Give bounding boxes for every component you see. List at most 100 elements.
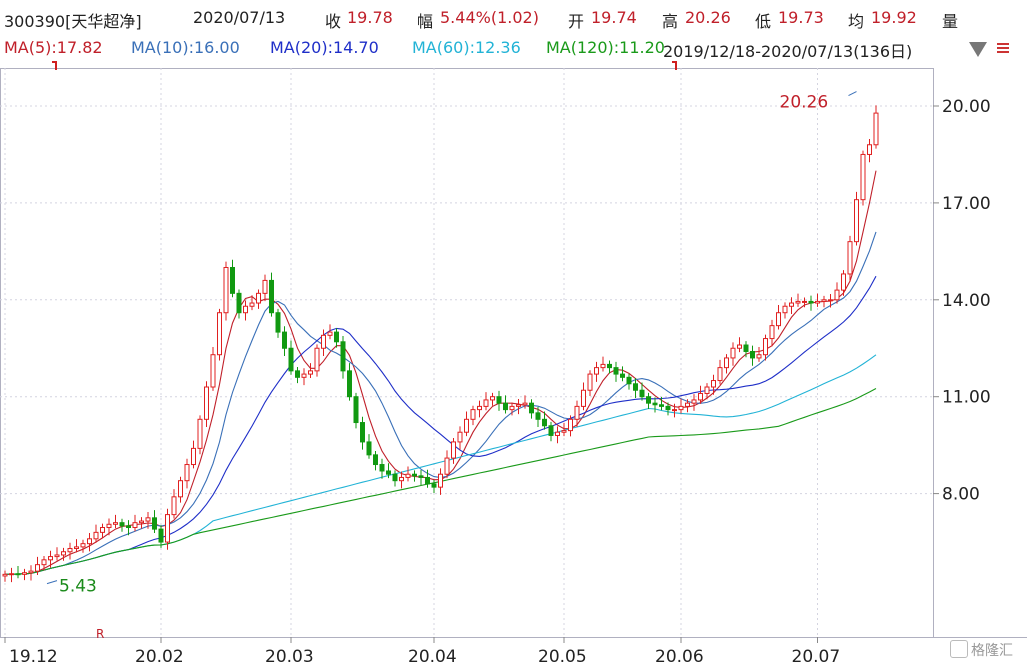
candle-body	[561, 430, 567, 433]
candle-body	[327, 331, 333, 336]
candle-body	[769, 325, 775, 340]
candle-body	[574, 405, 580, 420]
x-tick-label: 20.06	[655, 647, 704, 667]
candle-body	[776, 312, 781, 327]
candle-body	[542, 418, 547, 427]
candle-body	[41, 559, 47, 566]
candle-body	[171, 496, 177, 516]
candle-body	[834, 289, 840, 301]
candle-body	[262, 279, 268, 294]
candle-body	[613, 367, 619, 375]
candle-body	[789, 302, 794, 307]
candle-body	[405, 473, 411, 478]
ma-line-60	[4, 354, 877, 575]
candle-body	[737, 344, 742, 349]
candle-body	[243, 305, 248, 314]
candle-body	[652, 402, 658, 406]
candle-body	[373, 454, 378, 466]
candle-body	[782, 305, 788, 314]
candle-body	[451, 441, 456, 459]
candle-body	[672, 409, 677, 412]
watermark: 格隆汇	[950, 640, 1013, 660]
candle-body	[763, 338, 768, 356]
candle-body	[496, 396, 502, 404]
candle-body	[594, 367, 599, 375]
candle-body	[334, 331, 339, 343]
candle-body	[470, 409, 476, 420]
candle-body	[691, 399, 697, 404]
candle-body	[269, 279, 274, 314]
candle-body	[873, 112, 879, 146]
candle-body	[184, 464, 190, 482]
low-marker-arrow	[46, 580, 58, 585]
candle-body	[568, 418, 573, 432]
candle-body	[74, 546, 79, 550]
candle-body	[321, 334, 326, 349]
candle-body	[490, 396, 495, 401]
candle-body	[659, 404, 664, 407]
candle-body	[815, 300, 820, 304]
x-tick-label: 19.12	[9, 647, 58, 667]
x-tick-label: 20.07	[792, 647, 841, 667]
candle-body	[698, 392, 703, 401]
candle-body	[756, 354, 762, 359]
candle-body	[711, 380, 716, 388]
candle-body	[35, 564, 40, 572]
candle-body	[795, 300, 801, 304]
candle-body	[717, 367, 723, 382]
candle-body	[113, 522, 118, 525]
candle-body	[685, 402, 690, 407]
y-tick-label: 11.00	[942, 388, 991, 408]
candle-body	[386, 470, 391, 475]
candle-body	[347, 370, 352, 398]
candle-body	[847, 241, 853, 275]
candle-body	[535, 412, 541, 420]
candle-body	[509, 405, 515, 411]
candle-body	[548, 425, 554, 436]
candlestick-chart[interactable]: 20.00 17.00 14.00 11.00 8.00 19.12 20.02 20.03 2…	[0, 0, 1027, 667]
candle-body	[620, 373, 625, 378]
high-price-label: 20.26	[780, 93, 829, 113]
candle-body	[217, 312, 222, 356]
y-tick-label: 17.00	[942, 194, 991, 214]
candle-body	[802, 300, 807, 303]
candle-body	[639, 389, 645, 398]
candle-body	[743, 344, 749, 352]
candle-body	[9, 573, 14, 576]
y-tick-label: 14.00	[942, 291, 991, 311]
candle-body	[236, 292, 242, 314]
candle-body	[210, 354, 216, 388]
candle-body	[61, 551, 66, 556]
watermark-text: 格隆汇	[971, 643, 1013, 659]
marker-r-label: R	[96, 627, 104, 641]
candle-body	[288, 347, 294, 372]
candle-body	[275, 312, 281, 333]
candle-body	[308, 370, 313, 375]
candle-body	[633, 383, 638, 391]
candle-body	[477, 405, 482, 411]
candle-body	[295, 370, 300, 378]
y-tick-label: 8.00	[942, 485, 980, 505]
candle-body	[93, 531, 99, 540]
candle-body	[581, 389, 586, 407]
candle-body	[438, 473, 443, 488]
candle-body	[256, 292, 261, 304]
candle-body	[22, 572, 27, 575]
candle-body	[750, 350, 755, 359]
candle-body	[165, 514, 170, 543]
candle-body	[223, 267, 229, 314]
candle-body	[724, 357, 729, 369]
candle-body	[730, 347, 736, 359]
low-price-label: 5.43	[59, 577, 97, 597]
candle-body	[867, 144, 872, 155]
candle-body	[282, 331, 287, 349]
y-tick-label: 20.00	[942, 97, 991, 117]
candle-body	[353, 396, 359, 424]
candle-body	[587, 373, 593, 391]
candle-body	[431, 483, 437, 488]
candle-body	[54, 554, 60, 558]
candle-body	[119, 522, 125, 527]
high-marker-arrow	[848, 91, 857, 97]
candle-body	[464, 418, 469, 433]
candle-body	[204, 386, 209, 420]
